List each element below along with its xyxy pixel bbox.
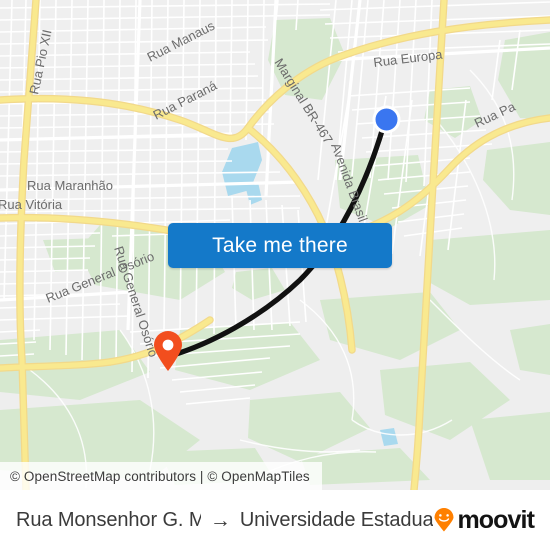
origin-pin-marker[interactable] xyxy=(152,330,184,372)
street-label: Rua Maranhão xyxy=(27,178,113,193)
map-attribution: © OpenStreetMap contributors | © OpenMap… xyxy=(0,462,322,490)
destination-dot-marker[interactable] xyxy=(371,104,402,135)
footer-destination-label: Universidade Estadual D… xyxy=(239,508,434,531)
map-canvas[interactable]: Rua Manaus Rua Europa Rua Paraná Marginal B… xyxy=(0,0,550,490)
route-footer: Rua Monsenhor G. Mar… → Universidade Est… xyxy=(0,490,550,550)
origin-pin-hole xyxy=(162,339,174,351)
route-arrow-icon: → xyxy=(209,508,231,532)
moovit-wordmark: moovit xyxy=(457,505,534,534)
moovit-route-screenshot: Rua Manaus Rua Europa Rua Paraná Marginal B… xyxy=(0,0,550,550)
map-attribution-text[interactable]: © OpenStreetMap contributors | © OpenMap… xyxy=(10,469,310,484)
footer-origin-label: Rua Monsenhor G. Mar… xyxy=(16,508,201,531)
destination-dot-icon xyxy=(375,108,398,131)
take-me-there-button[interactable]: Take me there xyxy=(168,223,392,268)
moovit-logo[interactable]: moovit xyxy=(433,505,536,534)
origin-pin-icon xyxy=(154,331,182,371)
street-label: Rua Vitória xyxy=(0,197,63,212)
moovit-pin-icon xyxy=(434,508,454,532)
